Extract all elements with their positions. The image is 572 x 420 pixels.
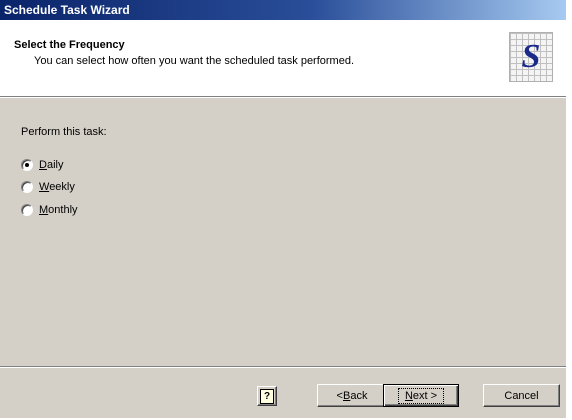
logo-letter: S (521, 38, 541, 75)
title-bar[interactable]: Schedule Task Wizard (0, 0, 566, 20)
radio-monthly[interactable]: Monthly (21, 202, 78, 218)
radio-button-monthly[interactable] (21, 204, 33, 216)
radio-button-weekly[interactable] (21, 181, 33, 193)
schedule-task-wizard-window: Schedule Task Wizard Select the Frequenc… (0, 0, 566, 418)
radio-label-weekly[interactable]: Weekly (39, 181, 75, 194)
label-rest-daily: aily (46, 158, 64, 171)
header-divider (0, 96, 566, 98)
help-button[interactable]: ? (257, 386, 277, 406)
next-mnemonic: N (404, 389, 413, 402)
wizard-logo-icon: S (509, 32, 553, 82)
next-rest: ext (412, 389, 428, 402)
wizard-header: Select the Frequency You can select how … (0, 20, 566, 96)
radio-label-daily[interactable]: Daily (39, 159, 63, 172)
mnemonic-d: D (39, 158, 47, 171)
window-title: Schedule Task Wizard (4, 3, 130, 17)
back-rest: ack (350, 389, 368, 402)
back-mnemonic: B (342, 389, 351, 402)
label-rest-weekly: eekly (49, 180, 75, 193)
next-suffix: > (427, 389, 438, 402)
frequency-prompt: Perform this task: (21, 126, 107, 138)
next-button[interactable]: Next > (383, 384, 459, 407)
back-button[interactable]: < Back (317, 384, 387, 407)
radio-weekly[interactable]: Weekly (21, 179, 75, 195)
next-focus-rect: Next > (397, 387, 445, 404)
label-rest-monthly: onthly (48, 203, 78, 216)
radio-selected-dot (25, 163, 29, 167)
cancel-button[interactable]: Cancel (483, 384, 560, 407)
help-icon: ? (260, 388, 274, 404)
page-title: Select the Frequency (14, 39, 125, 51)
radio-button-daily[interactable] (21, 159, 33, 171)
mnemonic-w: W (39, 180, 50, 193)
radio-daily[interactable]: Daily (21, 157, 63, 173)
page-subtitle: You can select how often you want the sc… (34, 55, 355, 67)
radio-label-monthly[interactable]: Monthly (39, 204, 78, 217)
mnemonic-m: M (39, 203, 49, 216)
footer-divider (0, 366, 566, 368)
